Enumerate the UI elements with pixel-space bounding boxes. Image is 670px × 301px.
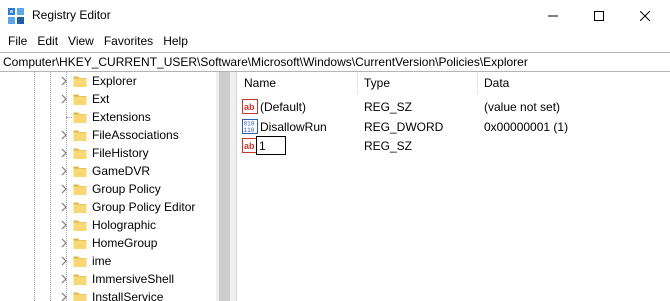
folder-icon xyxy=(73,94,87,105)
folder-icon xyxy=(73,256,87,267)
tree-item-label: Extensions xyxy=(92,110,151,124)
values-list: Name Type Data ab (Default) REG_SZ (valu… xyxy=(238,72,670,301)
tree-item[interactable]: FileAssociations xyxy=(0,126,216,144)
tree-item-label: Ext xyxy=(92,92,110,106)
tree-item-label: Group Policy xyxy=(92,182,161,196)
chevron-right-icon[interactable] xyxy=(59,274,69,284)
column-header-name[interactable]: Name xyxy=(238,72,358,95)
folder-icon xyxy=(73,112,87,123)
folder-icon xyxy=(73,238,87,249)
tree-item[interactable]: ime xyxy=(0,252,216,270)
tree-item-label: InstallService xyxy=(92,290,164,301)
value-data: 0x00000001 (1) xyxy=(484,120,569,134)
value-name: (Default) xyxy=(260,100,307,114)
tree-item-label: ImmersiveShell xyxy=(92,272,175,286)
tree-item[interactable]: Group Policy xyxy=(0,180,216,198)
value-type: REG_DWORD xyxy=(364,120,444,134)
folder-icon xyxy=(73,76,87,87)
value-type: REG_SZ xyxy=(364,100,413,114)
folder-icon xyxy=(73,130,87,141)
value-type: REG_SZ xyxy=(364,139,413,153)
value-row[interactable]: ab (Default) REG_SZ (value not set) xyxy=(238,97,670,116)
folder-icon xyxy=(73,166,87,177)
chevron-right-icon[interactable] xyxy=(59,94,69,104)
tree-item-label: HomeGroup xyxy=(92,236,158,250)
rename-value-input[interactable] xyxy=(256,136,286,155)
tree-scrollbar-thumb[interactable] xyxy=(219,72,230,301)
tree-connector xyxy=(66,117,72,118)
maximize-icon xyxy=(594,10,604,21)
tree-item-label: GameDVR xyxy=(92,164,151,178)
menu-favorites[interactable]: Favorites xyxy=(99,31,158,51)
tree-item-label: Holographic xyxy=(92,218,157,232)
chevron-right-icon[interactable] xyxy=(59,166,69,176)
values-list-header: Name Type Data xyxy=(238,72,670,95)
tree-item-label: ime xyxy=(92,254,112,268)
menu-help[interactable]: Help xyxy=(158,31,193,51)
menu-edit[interactable]: Edit xyxy=(32,31,63,51)
value-data: (value not set) xyxy=(484,100,561,114)
tree-item[interactable]: Group Policy Editor xyxy=(0,198,216,216)
svg-text:ab: ab xyxy=(244,102,255,112)
chevron-right-icon[interactable] xyxy=(59,202,69,212)
tree-item[interactable]: HomeGroup xyxy=(0,234,216,252)
folder-icon xyxy=(73,202,87,213)
tree-item[interactable]: FileHistory xyxy=(0,144,216,162)
menu-file[interactable]: File xyxy=(3,31,32,51)
tree-item[interactable]: Extensions xyxy=(0,108,216,126)
key-tree: Explorer Ext Extensions FileAssociations Fil… xyxy=(0,72,232,301)
address-bar[interactable]: Computer\HKEY_CURRENT_USER\Software\Micr… xyxy=(0,52,670,72)
chevron-right-icon[interactable] xyxy=(59,148,69,158)
minimize-button[interactable] xyxy=(530,0,576,31)
menu-bar: File Edit View Favorites Help xyxy=(0,31,670,51)
folder-icon xyxy=(73,220,87,231)
folder-icon xyxy=(73,274,87,285)
tree-item-label: Group Policy Editor xyxy=(92,200,196,214)
tree-item-label: FileAssociations xyxy=(92,128,179,142)
tree-item[interactable]: InstallService xyxy=(0,288,216,301)
chevron-right-icon[interactable] xyxy=(59,220,69,230)
chevron-right-icon[interactable] xyxy=(59,256,69,266)
value-name: DisallowRun xyxy=(260,120,327,134)
chevron-right-icon[interactable] xyxy=(59,184,69,194)
svg-text:110: 110 xyxy=(244,127,255,134)
folder-icon xyxy=(73,184,87,195)
tree-item-label: Explorer xyxy=(92,74,137,88)
tree-item[interactable]: Ext xyxy=(0,90,216,108)
minimize-icon xyxy=(548,15,558,16)
tree-scrollbar[interactable] xyxy=(216,72,233,301)
registry-editor-icon xyxy=(8,8,24,24)
chevron-right-icon[interactable] xyxy=(59,292,69,301)
tree-item-label: FileHistory xyxy=(92,146,149,160)
tree-item[interactable]: ImmersiveShell xyxy=(0,270,216,288)
maximize-button[interactable] xyxy=(576,0,622,31)
chevron-right-icon[interactable] xyxy=(59,130,69,140)
value-row[interactable]: 010 110 DisallowRun REG_DWORD 0x00000001… xyxy=(238,117,670,136)
string-value-icon: ab xyxy=(242,99,258,114)
tree-item[interactable]: Explorer xyxy=(0,72,216,90)
chevron-right-icon[interactable] xyxy=(59,76,69,86)
window-title: Registry Editor xyxy=(32,8,111,22)
close-icon xyxy=(640,10,650,21)
tree-item[interactable]: GameDVR xyxy=(0,162,216,180)
menu-view[interactable]: View xyxy=(63,31,99,51)
column-header-data[interactable]: Data xyxy=(478,72,670,95)
tree-item[interactable]: Holographic xyxy=(0,216,216,234)
folder-icon xyxy=(73,292,87,301)
value-row-editing[interactable]: ab REG_SZ xyxy=(238,136,670,155)
folder-icon xyxy=(73,148,87,159)
chevron-right-icon[interactable] xyxy=(59,238,69,248)
close-button[interactable] xyxy=(622,0,668,31)
binary-value-icon: 010 110 xyxy=(242,119,258,134)
column-header-type[interactable]: Type xyxy=(358,72,478,95)
title-bar: Registry Editor xyxy=(0,0,670,31)
svg-text:ab: ab xyxy=(244,141,255,151)
pane-splitter[interactable] xyxy=(233,72,237,301)
